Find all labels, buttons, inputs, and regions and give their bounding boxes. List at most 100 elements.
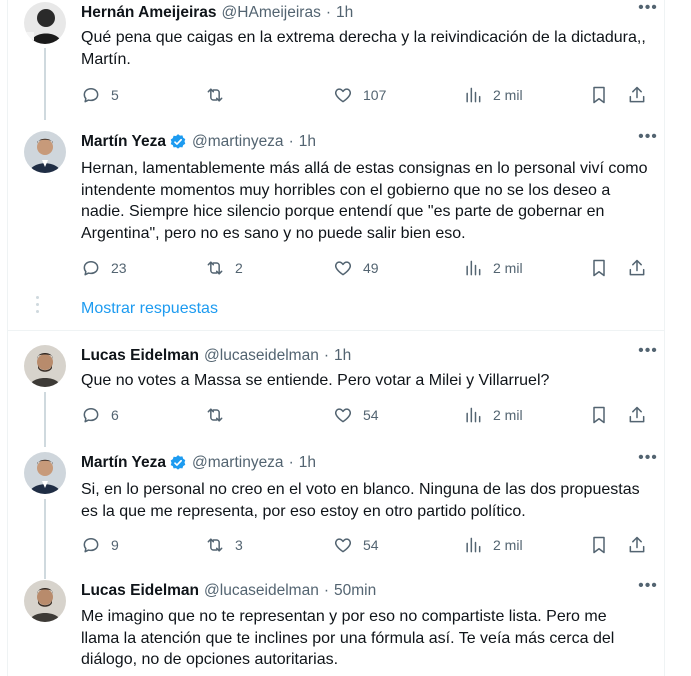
tweet-text: Qué pena que caigas en la extrema derech… xyxy=(81,29,646,68)
share-button[interactable] xyxy=(627,258,647,278)
timestamp[interactable]: 1h xyxy=(299,133,316,151)
views-button[interactable]: 2 mil xyxy=(463,405,523,425)
author-handle[interactable]: @martinyeza xyxy=(192,133,284,151)
more-icon[interactable]: ••• xyxy=(637,343,659,363)
share-icon xyxy=(629,259,645,276)
reply-count: 9 xyxy=(111,537,119,553)
views-button[interactable]: 2 mil xyxy=(463,258,523,278)
author-handle[interactable]: @lucaseidelman xyxy=(204,582,319,600)
like-icon xyxy=(334,261,352,276)
thread-line xyxy=(44,392,46,447)
like-button[interactable]: 107 xyxy=(333,85,386,105)
views-button[interactable]: 2 mil xyxy=(463,535,523,555)
retweet-button[interactable]: 2 xyxy=(205,258,243,278)
author-handle[interactable]: @HAmeijeiras xyxy=(222,4,321,22)
author-name[interactable]: Martín Yeza xyxy=(81,133,166,151)
more-icon[interactable]: ••• xyxy=(637,0,659,20)
tweet-actions: 23 2 49 2 mil xyxy=(81,256,649,280)
reply-icon xyxy=(83,88,99,103)
timestamp[interactable]: 1h xyxy=(336,4,353,22)
more-icon[interactable]: ••• xyxy=(637,450,659,470)
like-count: 54 xyxy=(363,537,379,553)
author-name[interactable]: Lucas Eidelman xyxy=(81,347,199,365)
views-count: 2 mil xyxy=(493,537,523,553)
author-name[interactable]: Hernán Ameijeiras xyxy=(81,4,217,22)
more-icon[interactable]: ••• xyxy=(637,129,659,149)
share-button[interactable] xyxy=(627,535,647,555)
avatar[interactable] xyxy=(24,2,66,44)
avatar[interactable] xyxy=(24,345,66,387)
share-button[interactable] xyxy=(627,85,647,105)
views-icon xyxy=(466,260,481,276)
author-name[interactable]: Martín Yeza xyxy=(81,454,166,472)
views-icon xyxy=(466,407,481,423)
thread-line xyxy=(44,499,46,579)
retweet-button[interactable] xyxy=(205,85,235,105)
show-replies-link[interactable]: Mostrar respuestas xyxy=(81,300,218,318)
reply-count: 5 xyxy=(111,87,119,103)
avatar[interactable] xyxy=(24,580,66,622)
tweet-actions: 6 54 2 mil xyxy=(81,403,649,427)
verified-icon xyxy=(170,134,186,149)
views-button[interactable]: 2 mil xyxy=(463,85,523,105)
tweet[interactable]: Hernán Ameijeiras @HAmeijeiras · 1h Qué … xyxy=(7,0,665,120)
tweet[interactable]: Martín Yeza @martinyeza · 1h Si, en lo p… xyxy=(7,440,665,579)
tweet-header: Lucas Eidelman @lucaseidelman · 50min xyxy=(81,580,649,602)
reply-button[interactable]: 5 xyxy=(81,85,119,105)
tweet-header: Hernán Ameijeiras @HAmeijeiras · 1h xyxy=(81,2,649,24)
reply-button[interactable]: 6 xyxy=(81,405,119,425)
bookmark-icon xyxy=(593,406,605,424)
separator: · xyxy=(323,347,330,364)
like-button[interactable]: 54 xyxy=(333,535,379,555)
retweet-button[interactable]: 3 xyxy=(205,535,243,555)
bookmark-icon xyxy=(593,536,605,554)
bookmark-button[interactable] xyxy=(589,258,609,278)
like-icon xyxy=(334,538,352,553)
reply-button[interactable]: 9 xyxy=(81,535,119,555)
more-icon[interactable]: ••• xyxy=(637,578,659,598)
timestamp[interactable]: 1h xyxy=(299,454,316,472)
verified-icon xyxy=(170,455,186,470)
share-button[interactable] xyxy=(627,405,647,425)
reply-button[interactable]: 23 xyxy=(81,258,127,278)
avatar[interactable] xyxy=(24,131,66,173)
retweet-icon xyxy=(207,538,223,552)
timestamp[interactable]: 50min xyxy=(334,582,376,600)
retweet-icon xyxy=(207,88,223,102)
thread-dots xyxy=(36,296,40,317)
like-count: 107 xyxy=(363,87,387,103)
views-count: 2 mil xyxy=(493,87,523,103)
retweet-button[interactable] xyxy=(205,405,235,425)
separator: · xyxy=(325,4,332,21)
tweet-text: Me imagino que no te representan y por e… xyxy=(81,608,615,668)
bookmark-icon xyxy=(593,86,605,104)
tweet-header: Martín Yeza @martinyeza · 1h xyxy=(81,131,649,153)
bookmark-button[interactable] xyxy=(589,535,609,555)
retweet-icon xyxy=(207,408,223,422)
tweet-actions: 9 3 54 2 mil xyxy=(81,533,649,557)
views-count: 2 mil xyxy=(493,260,523,276)
bookmark-button[interactable] xyxy=(589,85,609,105)
tweet[interactable]: Lucas Eidelman @lucaseidelman · 50min Me… xyxy=(7,570,665,676)
timestamp[interactable]: 1h xyxy=(334,347,351,365)
like-button[interactable]: 54 xyxy=(333,405,379,425)
share-icon xyxy=(629,536,645,553)
tweet[interactable]: Lucas Eidelman @lucaseidelman · 1h Que n… xyxy=(7,330,665,447)
like-icon xyxy=(334,88,352,103)
author-handle[interactable]: @martinyeza xyxy=(192,454,284,472)
bookmark-button[interactable] xyxy=(589,405,609,425)
like-button[interactable]: 49 xyxy=(333,258,379,278)
views-icon xyxy=(466,87,481,103)
tweet-header: Lucas Eidelman @lucaseidelman · 1h xyxy=(81,345,649,367)
tweet[interactable]: Martín Yeza @martinyeza · 1h Hernan, lam… xyxy=(7,120,665,325)
share-icon xyxy=(629,86,645,103)
retweet-icon xyxy=(207,261,223,275)
avatar[interactable] xyxy=(24,452,66,494)
author-name[interactable]: Lucas Eidelman xyxy=(81,582,199,600)
thread-line xyxy=(44,48,46,120)
tweet-text: Si, en lo personal no creo en el voto en… xyxy=(81,481,640,520)
tweet-text: Hernan, lamentablemente más allá de esta… xyxy=(81,160,648,242)
reply-icon xyxy=(83,538,99,553)
tweet-header: Martín Yeza @martinyeza · 1h xyxy=(81,452,649,474)
author-handle[interactable]: @lucaseidelman xyxy=(204,347,319,365)
